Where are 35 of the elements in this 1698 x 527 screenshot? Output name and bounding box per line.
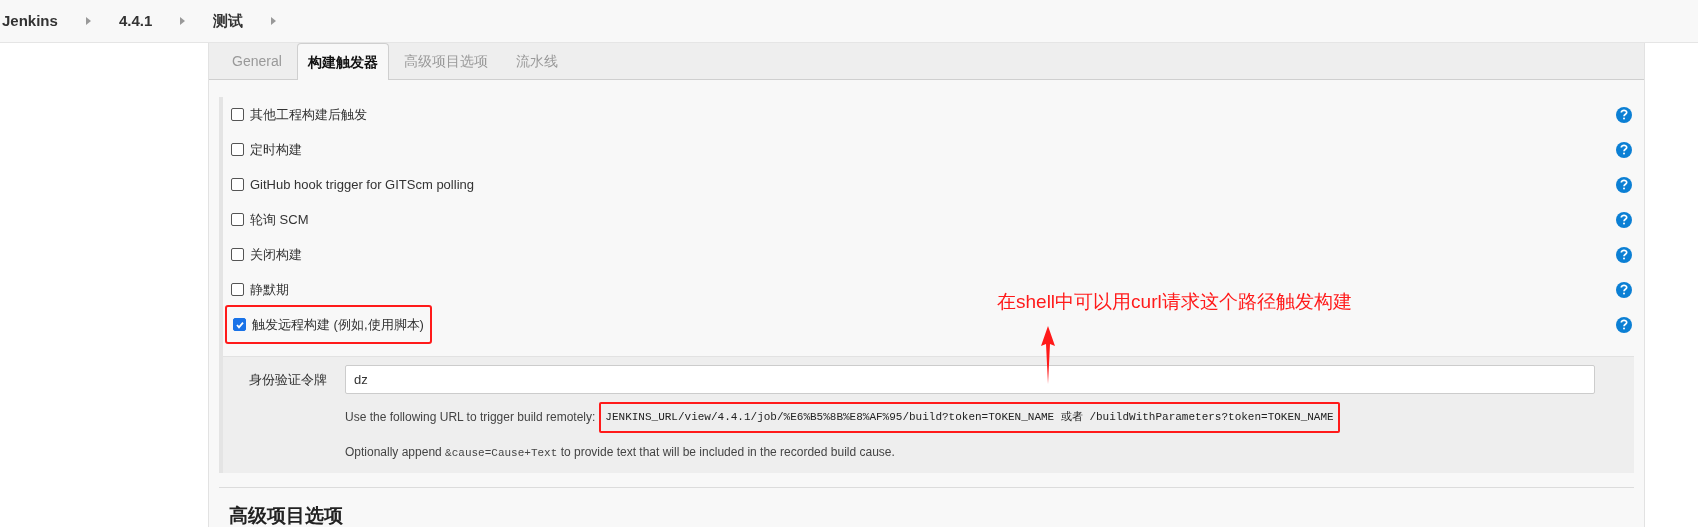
- checkbox-label: 定时构建: [250, 140, 302, 159]
- breadcrumb-link[interactable]: Jenkins: [2, 9, 58, 33]
- help-icon[interactable]: [1616, 176, 1632, 193]
- token-field[interactable]: dz: [345, 365, 1595, 394]
- checkbox[interactable]: [231, 108, 244, 121]
- checkbox-label: 其他工程构建后触发: [250, 105, 367, 124]
- tab[interactable]: 构建触发器: [296, 43, 389, 80]
- checkbox-label: 静默期: [250, 280, 289, 299]
- help-icon[interactable]: [1616, 141, 1632, 158]
- checkbox[interactable]: [231, 283, 244, 296]
- help-icon[interactable]: [1616, 316, 1632, 333]
- checkbox-label: 关闭构建: [250, 245, 302, 264]
- checkbox[interactable]: [231, 213, 244, 226]
- help-icon[interactable]: [1616, 211, 1632, 228]
- breadcrumb-link[interactable]: 测试: [213, 9, 244, 33]
- checkbox-label: GitHub hook trigger for GITScm polling: [250, 175, 474, 194]
- help-icon[interactable]: [1616, 281, 1632, 298]
- annotation-text: 在shell中可以用curl请求这个路径触发构建: [997, 290, 1352, 314]
- url-text: JENKINS_URL/view/4.4.1/job/%E6%B5%8B%E8%AF%95/build?token=TOKEN_NAME 或者 /buildWithParameters?token=TOKEN_NAME: [599, 402, 1340, 433]
- chevron-icon[interactable]: [271, 17, 277, 25]
- checkbox-label: 轮询 SCM: [250, 210, 309, 229]
- chevron-icon[interactable]: [85, 17, 91, 25]
- help-text: Use the following URL to trigger build remotely:: [345, 409, 596, 427]
- field-label: 身份验证令牌: [248, 370, 328, 389]
- checkbox-label: 触发远程构建 (例如,使用脚本): [252, 315, 424, 334]
- help-text: Optionally append &cause=Cause+Text to provide text that will be included in the recorded build cause.: [344, 443, 896, 461]
- breadcrumb-link[interactable]: 4.4.1: [118, 9, 153, 33]
- help-icon[interactable]: [1616, 106, 1632, 123]
- checkbox[interactable]: [231, 248, 244, 261]
- chevron-icon[interactable]: [180, 17, 186, 25]
- checkbox[interactable]: [231, 178, 244, 191]
- section-heading: 高级项目选项: [229, 504, 344, 527]
- help-icon[interactable]: [1616, 246, 1632, 263]
- checkbox[interactable]: [231, 143, 244, 156]
- checkbox[interactable]: [233, 318, 246, 331]
